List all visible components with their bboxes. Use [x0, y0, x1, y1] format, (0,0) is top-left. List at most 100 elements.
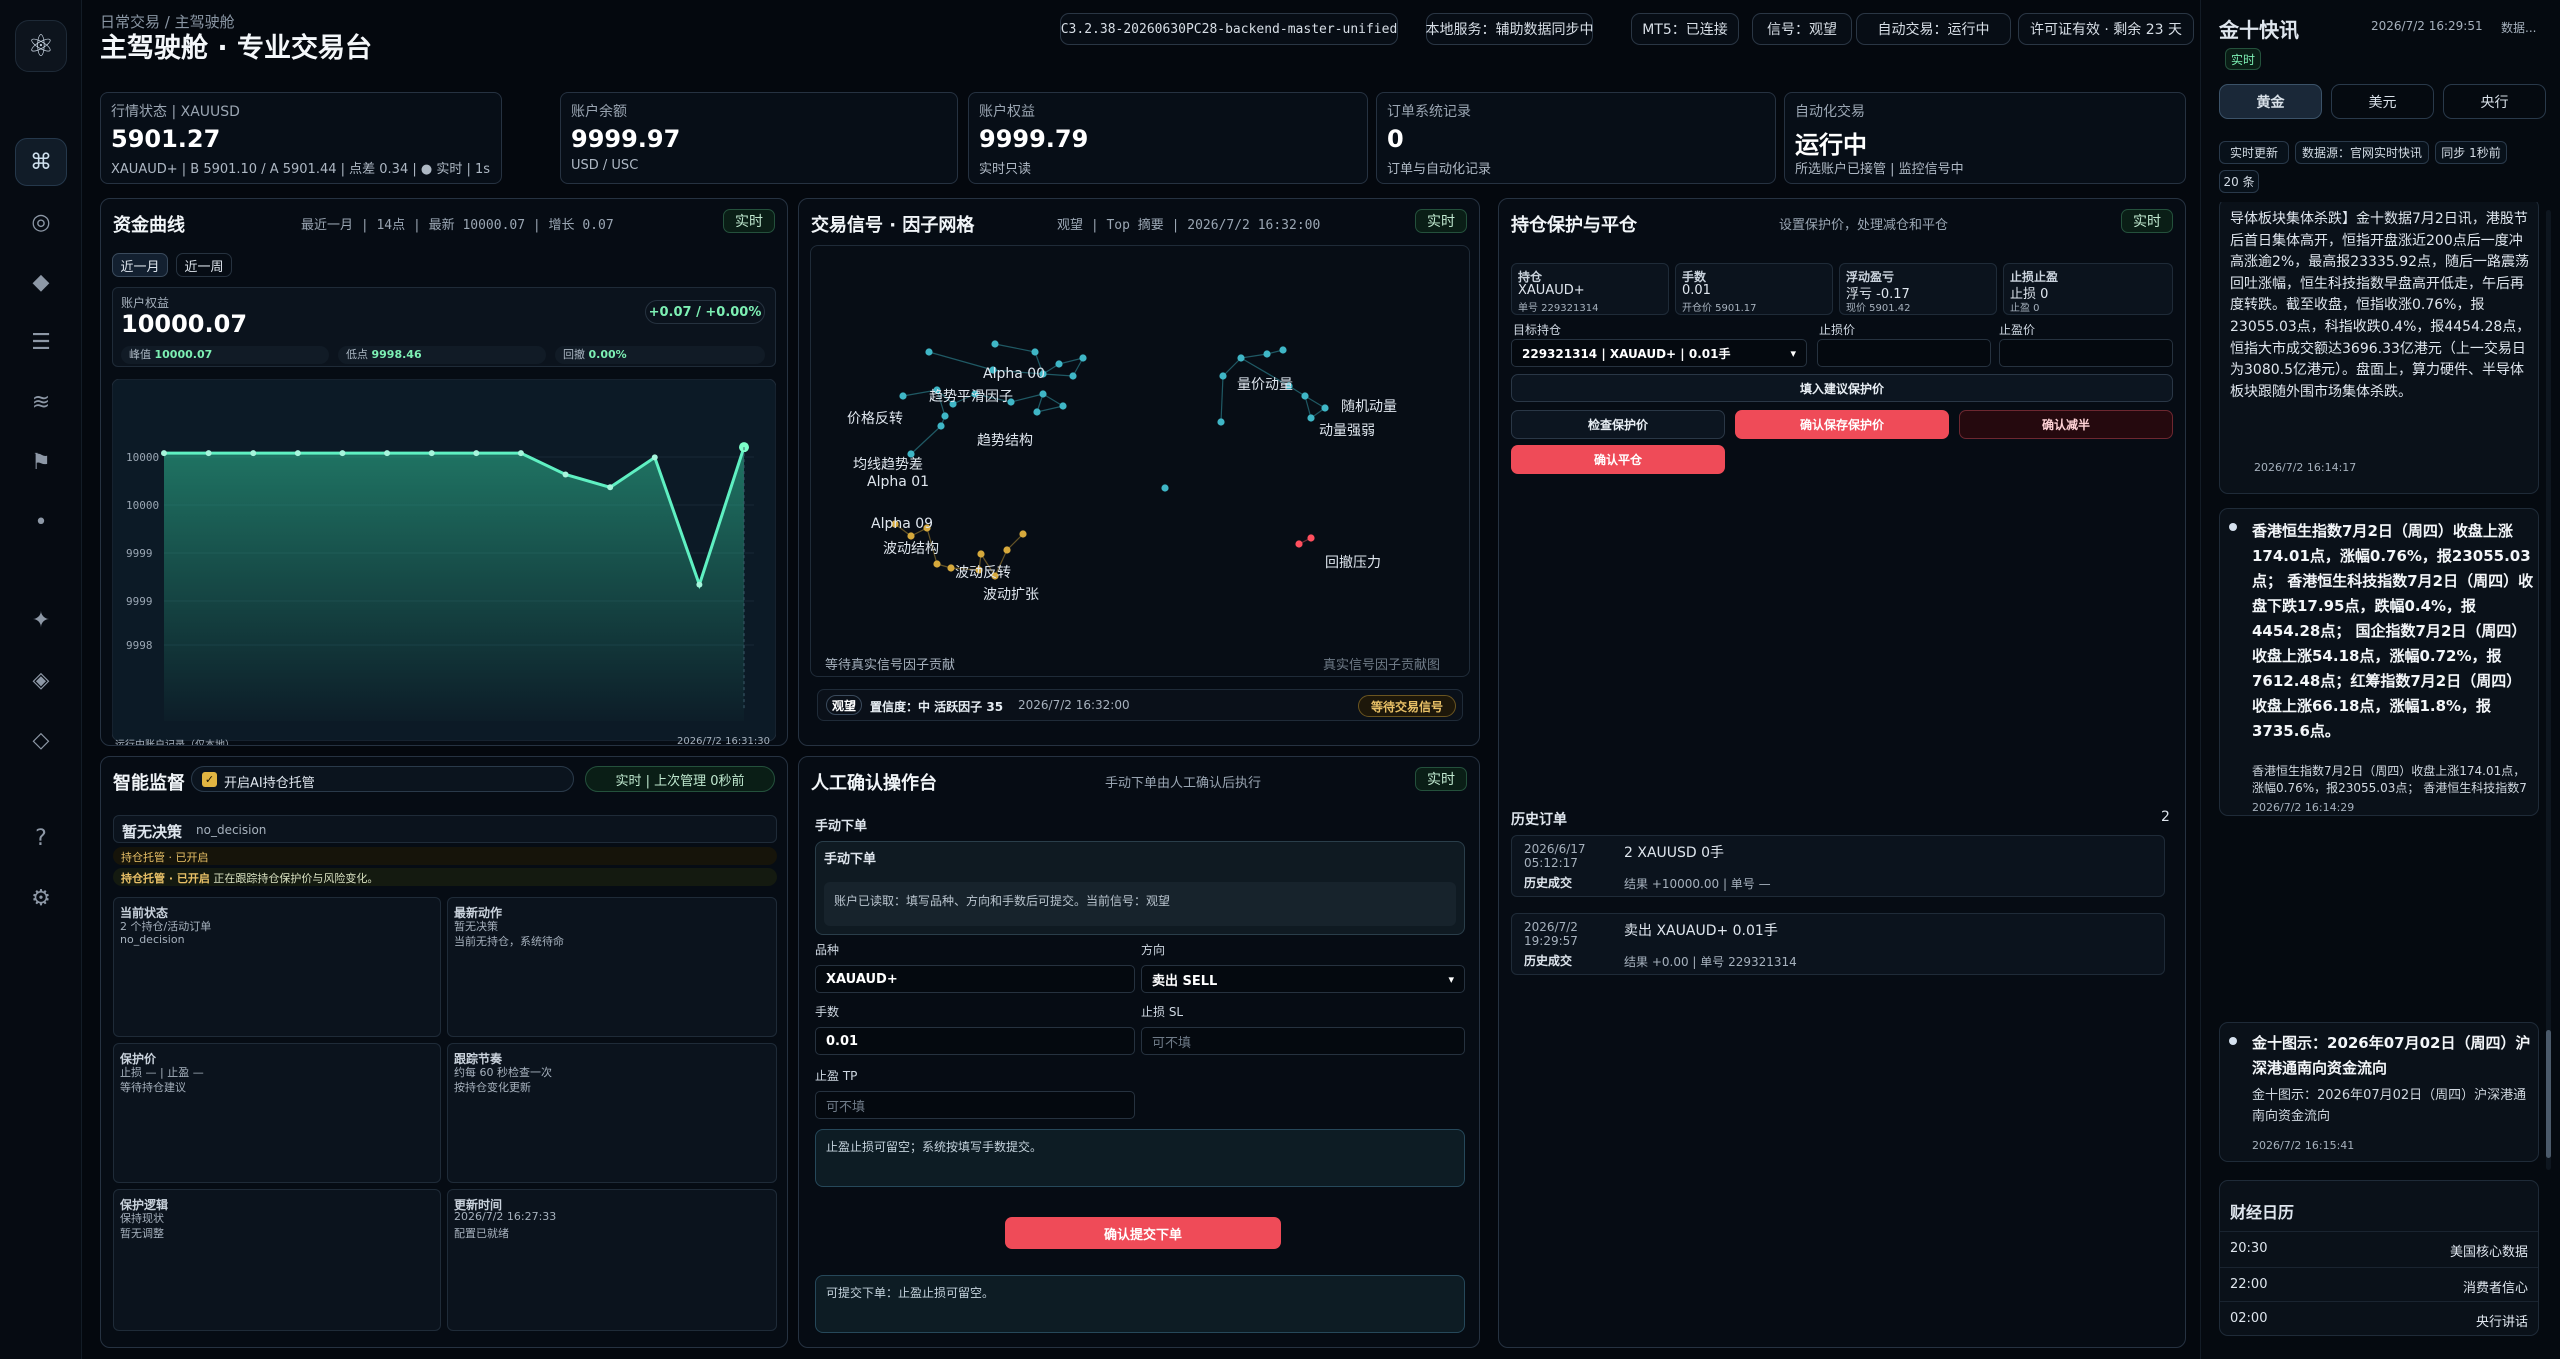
stat-drawdown: 回撤 0.00% [555, 346, 765, 364]
equity-point [696, 581, 703, 588]
factor-edge [1240, 353, 1268, 359]
target-position-select[interactable]: 229321314 | XAUAUD+ | 0.01手 ▾ [1511, 339, 1807, 367]
left-rail: ⚛ ⌘ ◎ ◆ ☰ ≋ ⚑ • ✦ ◈ ◇ ? ⚙ [0, 0, 82, 1359]
command-icon[interactable]: ⌘ [15, 138, 67, 186]
news-item[interactable]: 香港恒生指数7月2日（周四）收盘上涨174.01点，涨幅0.76%，报23055… [2219, 508, 2539, 816]
sl-input[interactable]: 可不填 [1141, 1027, 1465, 1055]
monitor-cell: 保护逻辑 保持现状 暂无调整 [113, 1189, 441, 1331]
chevron-down-icon: ▾ [1448, 972, 1454, 986]
scrollbar-thumb[interactable] [2546, 1030, 2551, 1158]
monitor-cell: 保护价 止损 — | 止盈 — 等待持仓建议 [113, 1043, 441, 1183]
history-row[interactable]: 2026/6/17 05:12:17 历史成交 2 XAUUSD 0手 结果 +100… [1511, 835, 2165, 897]
news-feed[interactable]: 导体板块集体杀跌】金十数据7月2日讯，港股节后首日集体高开，恒指开盘涨近200点… [2201, 202, 2549, 1168]
lot-label: 手数 [815, 1005, 840, 1019]
news-scrollbar[interactable] [2546, 210, 2551, 1170]
cell-line: 现价 5901.42 [1846, 303, 1911, 314]
checkbox-checked-icon[interactable]: ✓ [202, 772, 217, 787]
cell-line: 0.01 [1682, 283, 1711, 298]
news-text: 香港恒生指数7月2日（周四）收盘上涨174.01点，涨幅0.76%，报23055… [2252, 764, 2527, 795]
symbol-input[interactable]: XAUAUD+ [815, 965, 1135, 993]
check-protection-button[interactable]: 检查保护价 [1511, 410, 1725, 439]
factor-node [941, 412, 949, 420]
fill-protection-button[interactable]: 填入建议保护价 [1511, 374, 2173, 402]
history-detail: 结果 +10000.00 | 单号 — [1624, 877, 1771, 891]
calendar-row[interactable]: 20:30 美国核心数据 [2220, 1231, 2538, 1265]
layers-icon[interactable]: ◈ [15, 656, 67, 704]
factor-edge [994, 343, 1036, 353]
cell-line: no_decision [120, 933, 185, 946]
select-value: 卖出 SELL [1152, 973, 1218, 989]
help-icon[interactable]: ? [15, 814, 67, 862]
calendar-time: 22:00 [2230, 1277, 2268, 1292]
signal-status-bar: 观望 置信度：中 活跃因子 35 2026/7/2 16:32:00 等待交易信… [817, 689, 1463, 721]
factor-label: 波动反转 [955, 565, 1011, 581]
live-badge: 实时 [2225, 48, 2261, 70]
equity-point [562, 471, 569, 478]
monitor-cell: 当前状态 2 个持仓/活动订单 no_decision [113, 897, 441, 1037]
equity-point [384, 450, 391, 457]
equity-chart: 10000 10000 9999 9999 9998 [112, 379, 776, 741]
monitor-cell: 更新时间 2026/7/2 16:27:33 配置已就绪 [447, 1189, 777, 1331]
diamond-icon[interactable]: ◆ [15, 258, 67, 306]
factor-node [937, 422, 945, 430]
close-position-button[interactable]: 确认平仓 [1511, 445, 1725, 474]
select-value: 229321314 | XAUAUD+ | 0.01手 [1522, 346, 1731, 361]
flag-icon[interactable]: ⚑ [15, 438, 67, 486]
news-text: 导体板块集体杀跌】金十数据7月2日讯，港股节后首日集体高开，恒指开盘涨近200点… [2230, 211, 2531, 400]
list-icon[interactable]: ☰ [15, 318, 67, 366]
news-item[interactable]: 金十图示：2026年07月02日（周四）沪深港通南向资金流向 金十图示：2026… [2219, 1022, 2539, 1162]
card-value: 5901.27 [111, 125, 221, 153]
equity-point [161, 450, 167, 457]
stat-key: 峰值 [129, 348, 151, 361]
wait-signal-button[interactable]: 等待交易信号 [1358, 695, 1456, 717]
live-badge: 实时 [1415, 209, 1467, 233]
calendar-row[interactable]: 02:00 央行讲话 [2220, 1301, 2538, 1335]
factor-label: 回撤压力 [1325, 555, 1381, 571]
sparkle-icon[interactable]: ✦ [15, 596, 67, 644]
history-row[interactable]: 2026/7/2 19:29:57 历史成交 卖出 XAUAUD+ 0.01手 结果 … [1511, 913, 2165, 975]
cell-line: 约每 60 秒检查一次 [454, 1066, 552, 1079]
save-protection-button[interactable]: 确认保存保护价 [1735, 410, 1949, 439]
cell-line: 止损 — | 止盈 — [120, 1066, 204, 1079]
factor-edge [1042, 373, 1074, 377]
cell-line: 止盈 0 [2010, 303, 2040, 314]
calendar-row[interactable]: 22:00 消费者信心 [2220, 1267, 2538, 1301]
factor-node [977, 550, 985, 558]
sl-price-input[interactable] [1817, 339, 1991, 367]
news-more[interactable]: 数据... [2501, 19, 2536, 36]
tab-gold[interactable]: 黄金 [2219, 84, 2322, 119]
factor-label: 趋势平滑因子 [929, 389, 1013, 405]
version-pill: C3.2.38-20260630PC28-backend-master-unif… [1060, 13, 1398, 45]
equity-value: 10000.07 [121, 310, 248, 338]
calendar-card: 财经日历 20:30 美国核心数据 22:00 消费者信心 02:00 央行讲话 [2219, 1180, 2539, 1336]
settings-icon[interactable]: ⚙ [15, 874, 67, 922]
custody-tag: 持仓托管 · 已开启 [121, 872, 210, 885]
logo-icon[interactable]: ⚛ [15, 20, 67, 72]
submit-order-button[interactable]: 确认提交下单 [1005, 1217, 1281, 1249]
tab-month[interactable]: 近一月 [112, 253, 168, 277]
cell-line: 单号 229321314 [1518, 303, 1599, 314]
factor-node [1069, 372, 1077, 380]
history-detail: 结果 +0.00 | 单号 229321314 [1624, 955, 1797, 969]
factor-label: 均线趋势差 [853, 457, 923, 473]
equity-footer-right: 2026/7/2 16:31:30 [677, 736, 771, 746]
card-label: 行情状态 | XAUUSD [111, 104, 240, 120]
y-tick-label: 9999 [126, 547, 153, 560]
dot-icon[interactable]: • [15, 498, 67, 546]
live-badge: 实时 [2121, 209, 2173, 233]
tab-week[interactable]: 近一周 [176, 253, 232, 277]
small-diamond-icon[interactable]: ◇ [15, 716, 67, 764]
y-tick-label: 9998 [126, 639, 153, 652]
ai-toggle[interactable]: ✓ 开启AI持仓托管 [191, 766, 574, 792]
wave-icon[interactable]: ≋ [15, 378, 67, 426]
equity-meta: 最近一月 | 14点 | 最新 10000.07 | 增长 0.07 [301, 218, 614, 233]
tab-central-bank[interactable]: 央行 [2443, 84, 2546, 119]
tp-price-input[interactable] [1999, 339, 2173, 367]
radio-icon[interactable]: ◎ [15, 198, 67, 246]
reduce-half-button[interactable]: 确认减半 [1959, 410, 2173, 439]
news-item[interactable]: 导体板块集体杀跌】金十数据7月2日讯，港股节后首日集体高开，恒指开盘涨近200点… [2219, 202, 2539, 494]
direction-select[interactable]: 卖出 SELL ▾ [1141, 965, 1465, 993]
lot-input[interactable]: 0.01 [815, 1027, 1135, 1055]
tab-usd[interactable]: 美元 [2331, 84, 2434, 119]
tp-input[interactable]: 可不填 [815, 1091, 1135, 1119]
